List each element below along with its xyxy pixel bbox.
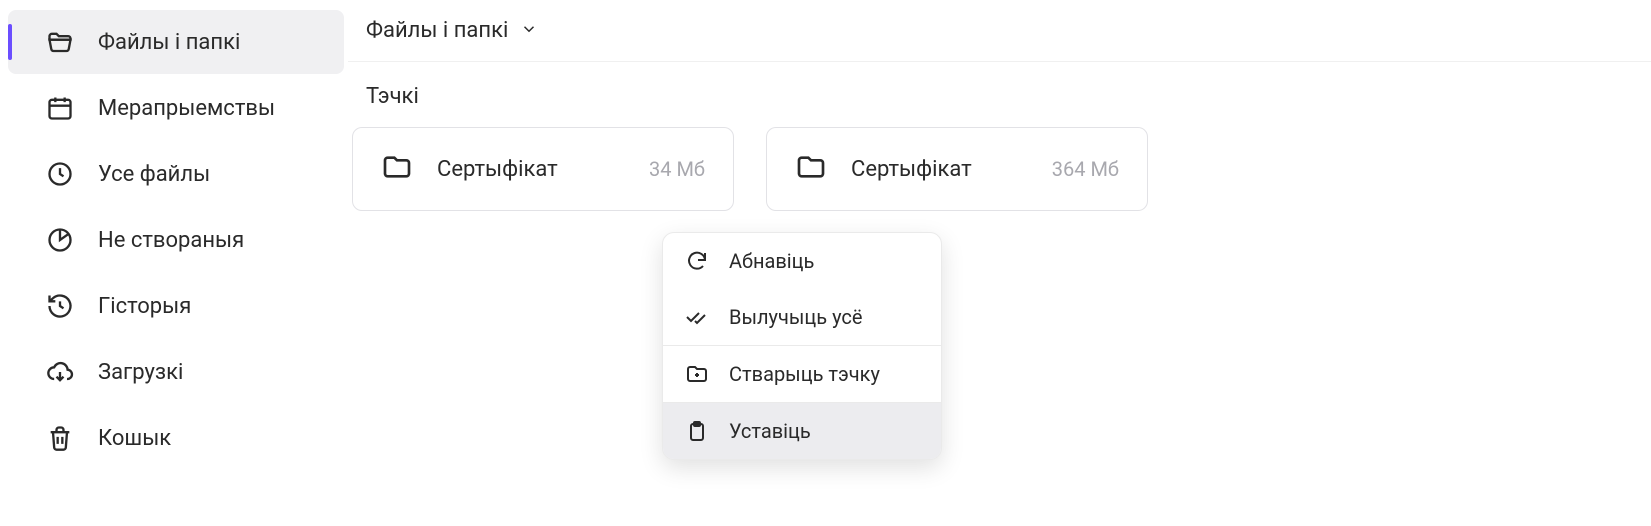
folder-card[interactable]: Сертыфікат 34 Мб <box>352 127 734 211</box>
sidebar-item-label: Мерапрыемствы <box>98 96 275 121</box>
clipboard-icon <box>683 417 711 445</box>
folders-row: Сертыфікат 34 Мб Сертыфікат 364 Мб <box>348 127 1651 211</box>
sidebar-item-files-folders[interactable]: Файлы і папкі <box>8 10 344 74</box>
history-icon <box>44 290 76 322</box>
menu-label: Стварыць тэчку <box>729 362 880 386</box>
folder-size: 34 Мб <box>649 157 705 181</box>
chevron-down-icon <box>520 20 538 42</box>
sidebar-item-all-files[interactable]: Усе файлы <box>8 142 344 206</box>
folder-icon <box>381 151 413 187</box>
section-title: Тэчкі <box>348 62 1651 127</box>
download-cloud-icon <box>44 356 76 388</box>
sidebar-item-downloads[interactable]: Загрузкі <box>8 340 344 404</box>
menu-item-create-folder[interactable]: Стварыць тэчку <box>663 346 941 402</box>
folder-card[interactable]: Сертыфікат 364 Мб <box>766 127 1148 211</box>
breadcrumb-label: Файлы і папкі <box>366 18 508 43</box>
main-content: Файлы і папкі Тэчкі Сертыфікат 34 Мб Сер… <box>348 0 1651 526</box>
refresh-icon <box>683 247 711 275</box>
sidebar-item-label: Не створаныя <box>98 228 244 253</box>
sidebar-item-events[interactable]: Мерапрыемствы <box>8 76 344 140</box>
sidebar: Файлы і папкі Мерапрыемствы Усе файлы Не… <box>0 0 348 526</box>
pie-icon <box>44 224 76 256</box>
breadcrumb[interactable]: Файлы і папкі <box>348 18 1651 62</box>
menu-label: Уставіць <box>729 419 811 443</box>
menu-label: Абнавіць <box>729 249 814 273</box>
folder-size: 364 Мб <box>1052 157 1119 181</box>
sidebar-item-history[interactable]: Гісторыя <box>8 274 344 338</box>
sidebar-item-not-created[interactable]: Не створаныя <box>8 208 344 272</box>
sidebar-item-trash[interactable]: Кошык <box>8 406 344 470</box>
folder-name: Сертыфікат <box>437 157 649 182</box>
folder-open-icon <box>44 26 76 58</box>
sidebar-item-label: Кошык <box>98 426 171 451</box>
folder-plus-icon <box>683 360 711 388</box>
check-all-icon <box>683 303 711 331</box>
menu-item-select-all[interactable]: Вылучыць усё <box>663 289 941 345</box>
sidebar-item-label: Усе файлы <box>98 162 210 187</box>
clock-icon <box>44 158 76 190</box>
sidebar-item-label: Загрузкі <box>98 360 183 385</box>
context-menu: Абнавіць Вылучыць усё Стварыць тэчку Уст… <box>662 232 942 460</box>
menu-item-refresh[interactable]: Абнавіць <box>663 233 941 289</box>
trash-icon <box>44 422 76 454</box>
folder-name: Сертыфікат <box>851 157 1052 182</box>
folder-icon <box>795 151 827 187</box>
sidebar-item-label: Файлы і папкі <box>98 30 240 55</box>
calendar-icon <box>44 92 76 124</box>
sidebar-item-label: Гісторыя <box>98 294 191 319</box>
menu-label: Вылучыць усё <box>729 305 863 329</box>
menu-item-paste[interactable]: Уставіць <box>663 403 941 459</box>
